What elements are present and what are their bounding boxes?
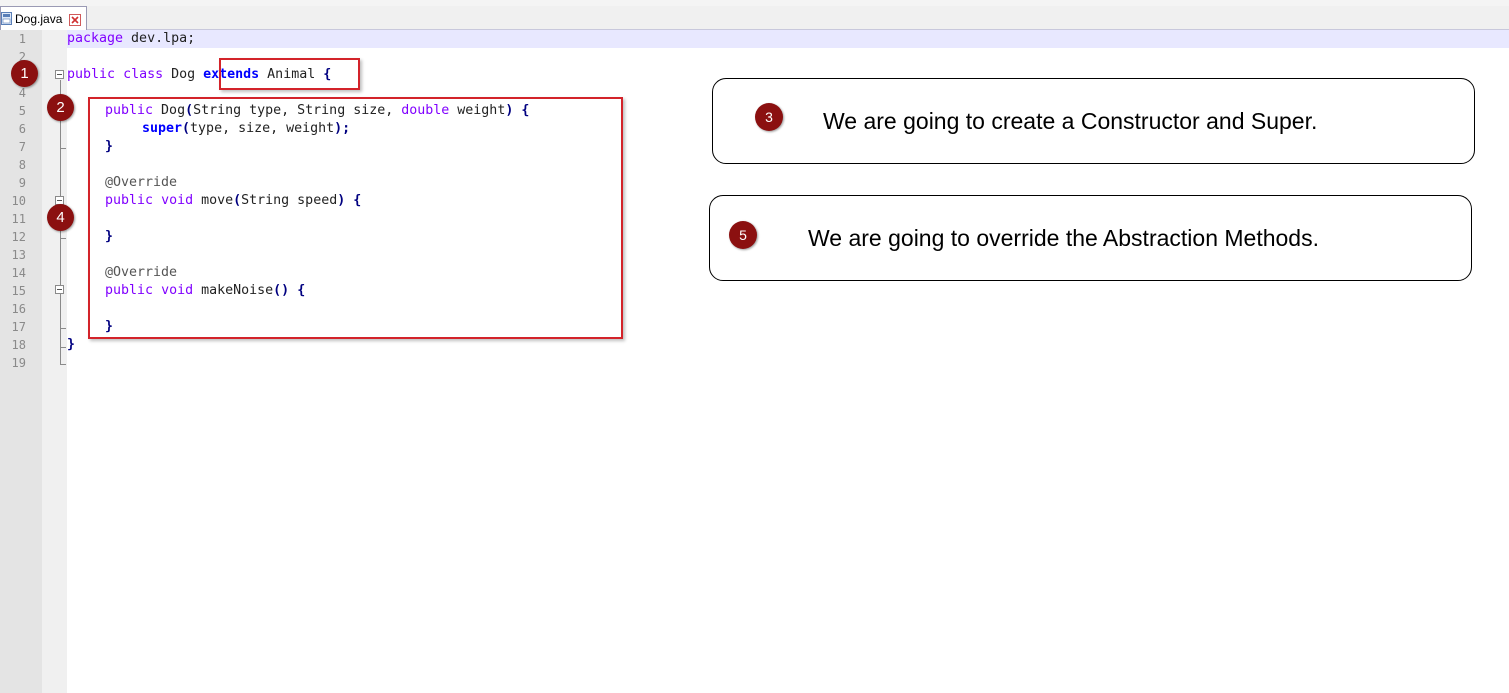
line-number: 1 [18,32,26,46]
line-number: 5 [18,104,26,118]
line-number: 19 [11,356,26,370]
fold-toggle-class[interactable] [55,70,64,79]
code-text: dev.lpa; [123,31,196,46]
fold-guide-end [60,238,66,239]
line-number: 17 [11,320,26,334]
line-number: 7 [18,140,26,154]
line-number: 13 [11,248,26,262]
step-marker-1: 1 [11,60,38,87]
callout-constructor-super: 3 We are going to create a Constructor a… [712,78,1475,164]
line-number: 14 [11,266,26,280]
code-line-18: } [67,336,75,354]
callout-text: We are going to create a Constructor and… [823,108,1318,134]
fold-margin [42,30,67,693]
line-number: 18 [11,338,26,352]
tab-label: Dog.java [15,11,63,26]
line-number: 11 [11,212,26,226]
brace: } [67,337,76,352]
class-body-highlight-box [88,97,623,339]
step-marker-3: 3 [755,103,783,131]
class-name: Dog [163,67,204,82]
step-marker-4: 4 [47,204,74,231]
keyword: package [67,31,124,46]
keyword: public [67,67,116,82]
line-number: 15 [11,284,26,298]
extends-highlight-box [219,58,360,90]
fold-guide-line [60,346,61,364]
step-marker-2: 2 [47,94,74,121]
line-number: 6 [18,122,26,136]
close-tab-icon[interactable] [69,13,82,26]
line-number: 16 [11,302,26,316]
java-file-icon [1,12,12,25]
fold-toggle-makenoise[interactable] [55,285,64,294]
code-line-1: package dev.lpa; [67,30,195,48]
callout-override-methods: 5 We are going to override the Abstracti… [709,195,1472,281]
callout-text: We are going to override the Abstraction… [808,225,1319,251]
current-line-highlight [67,30,1509,48]
fold-guide-end [60,328,66,329]
line-number: 9 [18,176,26,190]
line-number: 8 [18,158,26,172]
fold-guide-end [60,148,66,149]
line-number: 12 [11,230,26,244]
fold-guide-end [60,364,66,365]
keyword: class [123,67,164,82]
tab-bar: Dog.java [0,6,1509,30]
step-marker-5: 5 [729,221,757,249]
line-number: 10 [11,194,26,208]
tab-dog-java[interactable]: Dog.java [0,6,87,30]
